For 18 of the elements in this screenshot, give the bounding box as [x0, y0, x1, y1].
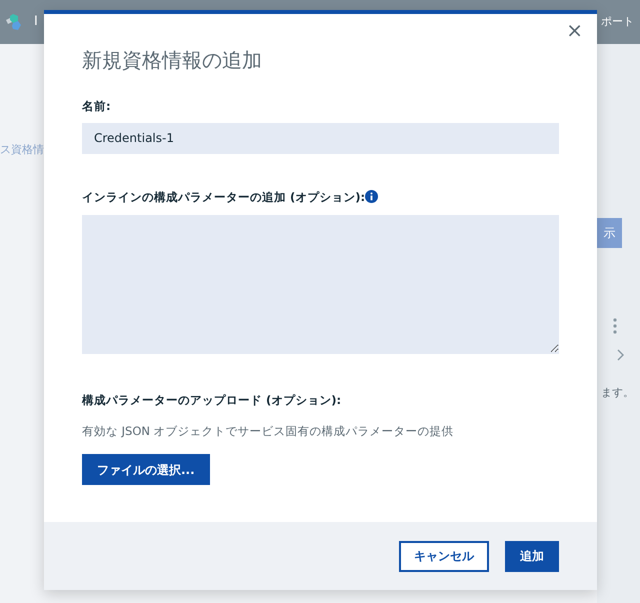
cancel-button[interactable]: キャンセル — [399, 540, 489, 572]
note-text: ます。 — [601, 385, 634, 401]
brand-text: I — [34, 13, 38, 32]
upload-label: 構成パラメーターのアップロード (オプション): — [82, 392, 342, 408]
more-icon[interactable] — [613, 318, 617, 334]
close-button[interactable]: × — [566, 20, 583, 40]
modal-title: 新規資格情報の追加 — [82, 48, 263, 72]
info-icon[interactable] — [365, 190, 378, 204]
nav-link-text[interactable]: ポート — [601, 14, 634, 30]
description-text: 有効な JSON オブジェクトでサービス固有の構成パラメーターの提供 — [82, 422, 455, 440]
logo-icon — [4, 12, 22, 32]
textarea-field[interactable] — [82, 214, 559, 354]
field-label: インラインの構成パラメーターの追加 (オプション): — [82, 190, 366, 204]
field-label: 名前: — [82, 99, 111, 113]
choose-file-button[interactable]: ファイルの選択... — [82, 454, 210, 485]
chevron-right-icon[interactable] — [617, 349, 624, 361]
text-input[interactable]: Credentials-1 — [82, 123, 559, 154]
add-button[interactable]: 追加 — [505, 540, 559, 572]
